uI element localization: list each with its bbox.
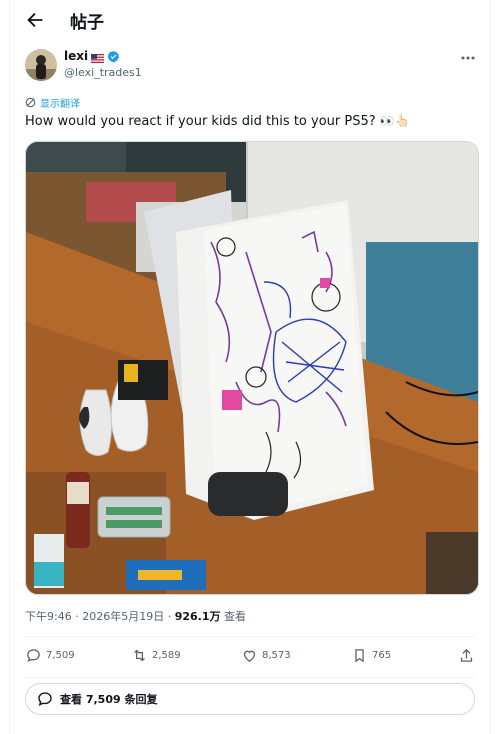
page-title: 帖子 (70, 13, 104, 33)
reply-button[interactable]: 7,509 (25, 647, 75, 664)
show-translation-label: 显示翻译 (40, 99, 80, 110)
share-icon (460, 648, 473, 662)
post-column: 帖子 lexi @lexi_trades1 显示翻译 How would you… (9, 0, 491, 734)
author-name[interactable]: lexi (64, 49, 120, 63)
bookmark-count: 765 (372, 650, 392, 661)
photo-illustration (26, 142, 478, 594)
tweet-body: How would you react if your kids did thi… (25, 114, 376, 129)
reply-count: 7,509 (46, 650, 75, 661)
repost-button[interactable]: 2,589 (131, 647, 181, 664)
heart-icon (243, 650, 256, 662)
tweet-emojis: 👀👆🏻 (379, 114, 410, 128)
post-date[interactable]: 2026年5月19日 (82, 610, 164, 623)
view-replies-button[interactable]: 查看 7,509 条回复 (25, 683, 475, 715)
bookmark-button[interactable]: 765 (351, 647, 391, 664)
divider (25, 636, 475, 637)
top-bar: 帖子 (10, 0, 490, 40)
repost-icon (134, 649, 145, 662)
tweet-text: How would you react if your kids did thi… (25, 112, 410, 131)
avatar[interactable] (25, 49, 57, 81)
tweet-photo[interactable] (25, 141, 479, 595)
back-arrow-icon[interactable] (24, 9, 46, 31)
bookmark-icon (355, 649, 364, 663)
show-translation-link[interactable]: 显示翻译 (25, 95, 80, 110)
repost-count: 2,589 (152, 650, 181, 661)
view-replies-label: 查看 7,509 条回复 (60, 693, 158, 706)
like-button[interactable]: 8,573 (241, 647, 291, 664)
translate-icon (25, 97, 36, 108)
reply-bubble-icon (38, 692, 52, 706)
us-flag-icon (91, 52, 105, 63)
meta-separator: · (75, 610, 79, 623)
author-handle[interactable]: @lexi_trades1 (64, 66, 142, 79)
more-options-icon[interactable] (460, 50, 476, 66)
verified-badge-icon (107, 50, 120, 63)
post-time[interactable]: 下午9:46 (25, 610, 72, 623)
view-count: 926.1万 (174, 610, 221, 623)
meta-separator-2: · (167, 610, 172, 623)
page: 帖子 lexi @lexi_trades1 显示翻译 How would you… (0, 0, 500, 734)
action-bar: 7,509 2,589 8,573 765 (25, 647, 475, 669)
share-button[interactable] (458, 647, 475, 664)
like-count: 8,573 (262, 650, 291, 661)
post-meta: 下午9:46 · 2026年5月19日 · 926.1万 查看 (25, 608, 246, 624)
reply-icon (27, 649, 40, 662)
view-count-label: 查看 (224, 610, 246, 623)
author-name-text: lexi (64, 49, 89, 63)
divider-2 (25, 677, 475, 678)
